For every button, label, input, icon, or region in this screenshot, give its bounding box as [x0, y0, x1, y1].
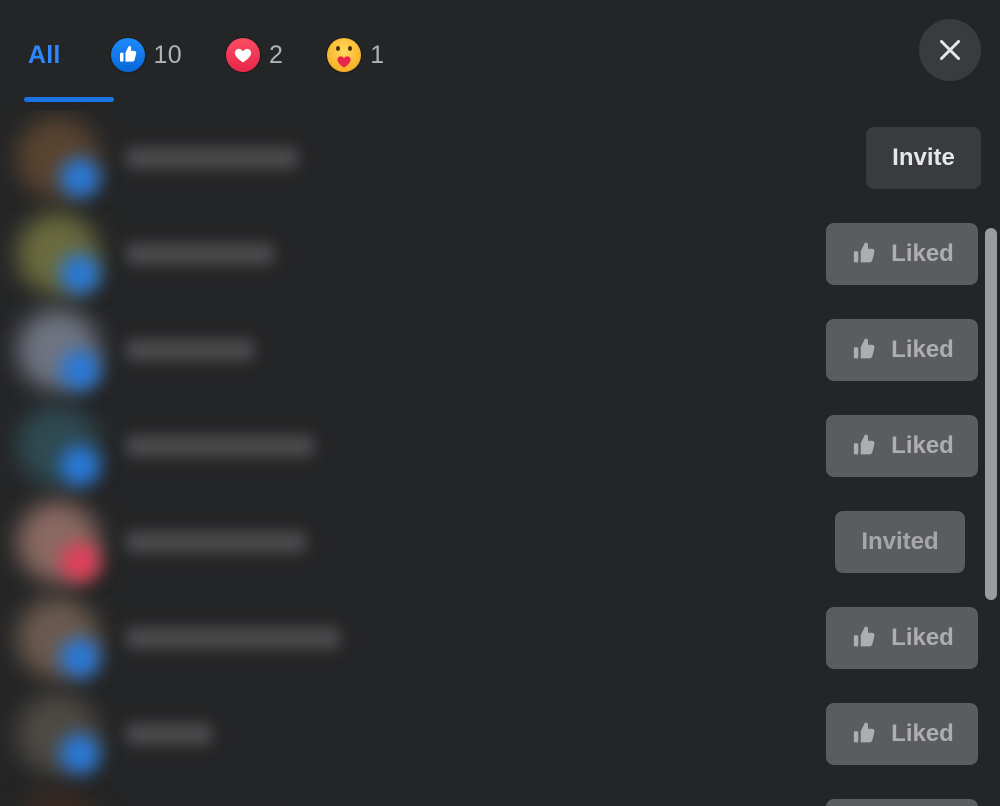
thumbs-up-icon — [854, 722, 875, 743]
tab-love-count: 2 — [268, 40, 284, 69]
heart-icon — [225, 38, 260, 72]
list-item[interactable]: Liked — [0, 590, 1000, 686]
reactor-name — [126, 339, 254, 361]
reactor-name — [126, 531, 306, 553]
liked-button[interactable]: Liked — [826, 607, 978, 669]
thumbs-up-icon — [110, 38, 145, 72]
invite-button-label: Invite — [892, 144, 955, 171]
invite-button[interactable]: Invite — [866, 127, 981, 189]
avatar[interactable] — [16, 308, 100, 392]
liked-button[interactable]: Liked — [826, 415, 978, 477]
scrollbar-thumb[interactable] — [985, 228, 997, 600]
reactors-list[interactable]: Invite Liked Liked Liked Invited Liked L… — [0, 110, 1000, 806]
liked-button[interactable]: Liked — [826, 319, 978, 381]
tab-care-count: 1 — [370, 40, 385, 69]
avatar-reaction-badge-icon — [60, 254, 100, 294]
liked-button[interactable]: Liked — [826, 223, 978, 285]
avatar-reaction-badge-icon — [60, 446, 100, 486]
tab-all-label: All — [28, 40, 61, 69]
avatar-reaction-badge-icon — [60, 734, 100, 774]
avatar[interactable] — [16, 116, 100, 200]
list-item[interactable]: Liked — [0, 302, 1000, 398]
tab-like-count: 10 — [153, 40, 182, 69]
liked-button[interactable]: Liked — [826, 799, 978, 806]
list-item[interactable]: Liked — [0, 398, 1000, 494]
avatar-reaction-badge-icon — [60, 350, 100, 390]
list-item[interactable]: Invite — [0, 110, 1000, 206]
avatar[interactable] — [16, 692, 100, 776]
care-eye-left-icon — [336, 46, 341, 51]
avatar-image — [16, 788, 100, 806]
reactor-name — [126, 723, 212, 745]
reactor-name — [126, 243, 274, 265]
list-item[interactable]: Invited — [0, 494, 1000, 590]
thumbs-up-icon — [854, 242, 875, 263]
reactions-dialog: All 10 2 1 Invite Liked Liked Liked Invi… — [0, 0, 1000, 806]
avatar[interactable] — [16, 500, 100, 584]
reaction-tabs: All 10 2 1 — [0, 0, 406, 110]
care-eye-right-icon — [348, 46, 353, 51]
avatar[interactable] — [16, 212, 100, 296]
thumbs-up-icon — [854, 626, 875, 647]
avatar[interactable] — [16, 788, 100, 806]
care-face-icon — [327, 38, 362, 72]
close-button[interactable] — [919, 19, 981, 81]
liked-button[interactable]: Liked — [826, 703, 978, 765]
liked-button-label: Liked — [891, 336, 954, 363]
list-item[interactable]: Liked — [0, 782, 1000, 806]
thumbs-up-icon — [854, 338, 875, 359]
reactor-name — [126, 435, 314, 457]
liked-button-label: Liked — [891, 624, 954, 651]
tab-like[interactable]: 10 — [89, 0, 204, 110]
invited-button[interactable]: Invited — [835, 511, 965, 573]
care-heart-icon — [337, 56, 351, 68]
avatar-reaction-badge-icon — [60, 158, 100, 198]
list-item[interactable]: Liked — [0, 686, 1000, 782]
tab-all[interactable]: All — [0, 0, 114, 110]
avatar-reaction-badge-icon — [60, 542, 100, 582]
invited-button-label: Invited — [861, 528, 939, 555]
avatar-reaction-badge-icon — [60, 638, 100, 678]
reactor-name — [126, 627, 340, 649]
thumbs-up-icon — [854, 434, 875, 455]
close-icon — [940, 40, 960, 60]
liked-button-label: Liked — [891, 240, 954, 267]
avatar[interactable] — [16, 404, 100, 488]
list-item[interactable]: Liked — [0, 206, 1000, 302]
avatar[interactable] — [16, 596, 100, 680]
tab-care[interactable]: 1 — [305, 0, 406, 110]
dialog-header: All 10 2 1 — [0, 0, 1000, 110]
liked-button-label: Liked — [891, 432, 954, 459]
tab-love[interactable]: 2 — [204, 0, 305, 110]
liked-button-label: Liked — [891, 720, 954, 747]
reactor-name — [126, 147, 298, 169]
scrollbar-track[interactable] — [985, 110, 997, 806]
